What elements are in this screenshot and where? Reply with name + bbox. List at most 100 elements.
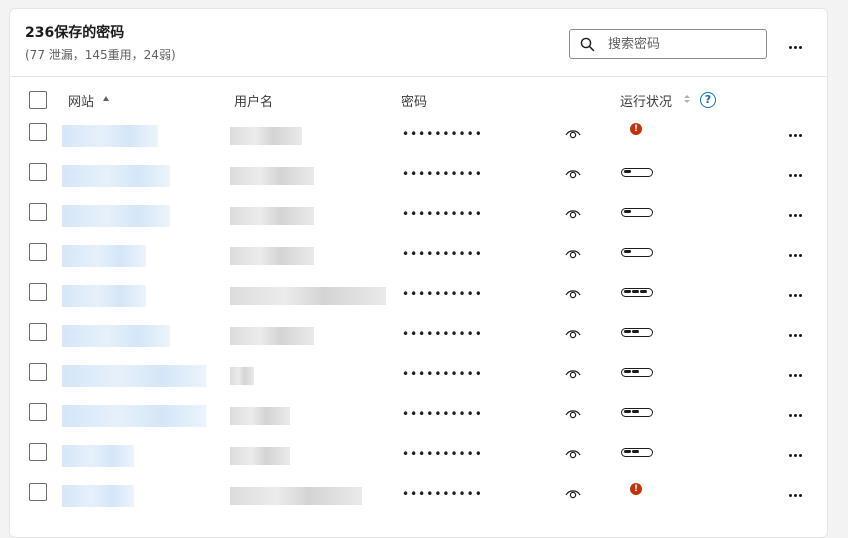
table-row[interactable]: ••••••••••! xyxy=(10,115,827,155)
row-checkbox[interactable] xyxy=(29,403,47,421)
username-redacted xyxy=(230,407,290,425)
password-mask: •••••••••• xyxy=(402,287,483,301)
saved-passwords-card: 236保存的密码 (77 泄漏，145重用，24弱) 网站 用户名 密码 运行状… xyxy=(9,8,828,538)
site-redacted[interactable] xyxy=(62,245,146,267)
password-stats: (77 泄漏，145重用，24弱) xyxy=(25,48,176,62)
row-checkbox[interactable] xyxy=(29,243,47,261)
row-more-options-icon[interactable] xyxy=(785,450,805,460)
strength-segment xyxy=(624,450,631,453)
strength-segment xyxy=(632,410,639,413)
table-row[interactable]: •••••••••• xyxy=(10,155,827,195)
site-redacted[interactable] xyxy=(62,405,206,427)
username-redacted xyxy=(230,447,290,465)
password-mask: •••••••••• xyxy=(402,207,483,221)
table-row[interactable]: •••••••••• xyxy=(10,435,827,475)
password-mask: •••••••••• xyxy=(402,367,483,381)
table-row[interactable]: •••••••••• xyxy=(10,235,827,275)
row-more-options-icon[interactable] xyxy=(785,170,805,180)
table-row[interactable]: ••••••••••! xyxy=(10,475,827,515)
table-row[interactable]: •••••••••• xyxy=(10,395,827,435)
eye-icon[interactable] xyxy=(565,287,581,299)
row-more-options-icon[interactable] xyxy=(785,290,805,300)
row-more-options-icon[interactable] xyxy=(785,330,805,340)
eye-icon[interactable] xyxy=(565,487,581,499)
strength-segment xyxy=(624,210,631,213)
column-header-site[interactable]: 网站 xyxy=(68,91,94,110)
strength-segment xyxy=(624,410,631,413)
username-redacted xyxy=(230,207,314,225)
eye-icon[interactable] xyxy=(565,207,581,219)
password-mask: •••••••••• xyxy=(402,327,483,341)
sort-toggle-icon[interactable] xyxy=(684,95,690,105)
header-more-options-icon[interactable] xyxy=(785,42,805,52)
password-strength-meter xyxy=(621,248,653,257)
table-row[interactable]: •••••••••• xyxy=(10,355,827,395)
password-strength-meter xyxy=(621,408,653,417)
row-checkbox[interactable] xyxy=(29,363,47,381)
password-strength-meter xyxy=(621,168,653,177)
row-checkbox[interactable] xyxy=(29,123,47,141)
column-header-health[interactable]: 运行状况 xyxy=(620,91,672,110)
site-redacted[interactable] xyxy=(62,325,170,347)
page-title: 236保存的密码 xyxy=(25,25,125,41)
password-mask: •••••••••• xyxy=(402,167,483,181)
row-checkbox[interactable] xyxy=(29,283,47,301)
eye-icon[interactable] xyxy=(565,247,581,259)
table-row[interactable]: •••••••••• xyxy=(10,315,827,355)
site-redacted[interactable] xyxy=(62,205,170,227)
site-redacted[interactable] xyxy=(62,285,146,307)
sort-ascending-icon[interactable] xyxy=(103,96,109,101)
password-strength-meter xyxy=(621,328,653,337)
table-row[interactable]: •••••••••• xyxy=(10,195,827,235)
row-more-options-icon[interactable] xyxy=(785,410,805,420)
username-redacted xyxy=(230,287,386,305)
search-input[interactable] xyxy=(608,34,758,54)
row-more-options-icon[interactable] xyxy=(785,250,805,260)
site-redacted[interactable] xyxy=(62,485,134,507)
password-mask: •••••••••• xyxy=(402,407,483,421)
warning-icon: ! xyxy=(630,483,642,495)
column-header-username: 用户名 xyxy=(234,95,274,110)
password-mask: •••••••••• xyxy=(402,487,483,501)
strength-segment xyxy=(624,290,631,293)
row-checkbox[interactable] xyxy=(29,483,47,501)
eye-icon[interactable] xyxy=(565,447,581,459)
row-more-options-icon[interactable] xyxy=(785,490,805,500)
table-row[interactable]: •••••••••• xyxy=(10,275,827,315)
username-redacted xyxy=(230,327,314,345)
search-icon xyxy=(580,37,595,52)
password-mask: •••••••••• xyxy=(402,447,483,461)
site-redacted[interactable] xyxy=(62,125,158,147)
username-redacted xyxy=(230,487,362,505)
row-more-options-icon[interactable] xyxy=(785,210,805,220)
warning-icon: ! xyxy=(630,123,642,135)
eye-icon[interactable] xyxy=(565,167,581,179)
help-icon[interactable]: ? xyxy=(700,92,716,108)
username-redacted xyxy=(230,167,314,185)
row-checkbox[interactable] xyxy=(29,443,47,461)
site-redacted[interactable] xyxy=(62,445,134,467)
strength-segment xyxy=(624,370,631,373)
site-redacted[interactable] xyxy=(62,365,206,387)
row-more-options-icon[interactable] xyxy=(785,130,805,140)
row-checkbox[interactable] xyxy=(29,323,47,341)
strength-segment xyxy=(632,370,639,373)
eye-icon[interactable] xyxy=(565,367,581,379)
eye-icon[interactable] xyxy=(565,327,581,339)
strength-segment xyxy=(624,330,631,333)
header-divider xyxy=(10,76,827,77)
strength-segment xyxy=(640,290,647,293)
search-box[interactable] xyxy=(569,29,767,59)
select-all-checkbox[interactable] xyxy=(29,91,47,109)
column-header-password: 密码 xyxy=(401,95,428,110)
strength-segment xyxy=(624,250,631,253)
row-checkbox[interactable] xyxy=(29,203,47,221)
username-redacted xyxy=(230,367,254,385)
site-redacted[interactable] xyxy=(62,165,170,187)
strength-segment xyxy=(632,450,639,453)
row-checkbox[interactable] xyxy=(29,163,47,181)
strength-segment xyxy=(632,290,639,293)
row-more-options-icon[interactable] xyxy=(785,370,805,380)
eye-icon[interactable] xyxy=(565,127,581,139)
eye-icon[interactable] xyxy=(565,407,581,419)
